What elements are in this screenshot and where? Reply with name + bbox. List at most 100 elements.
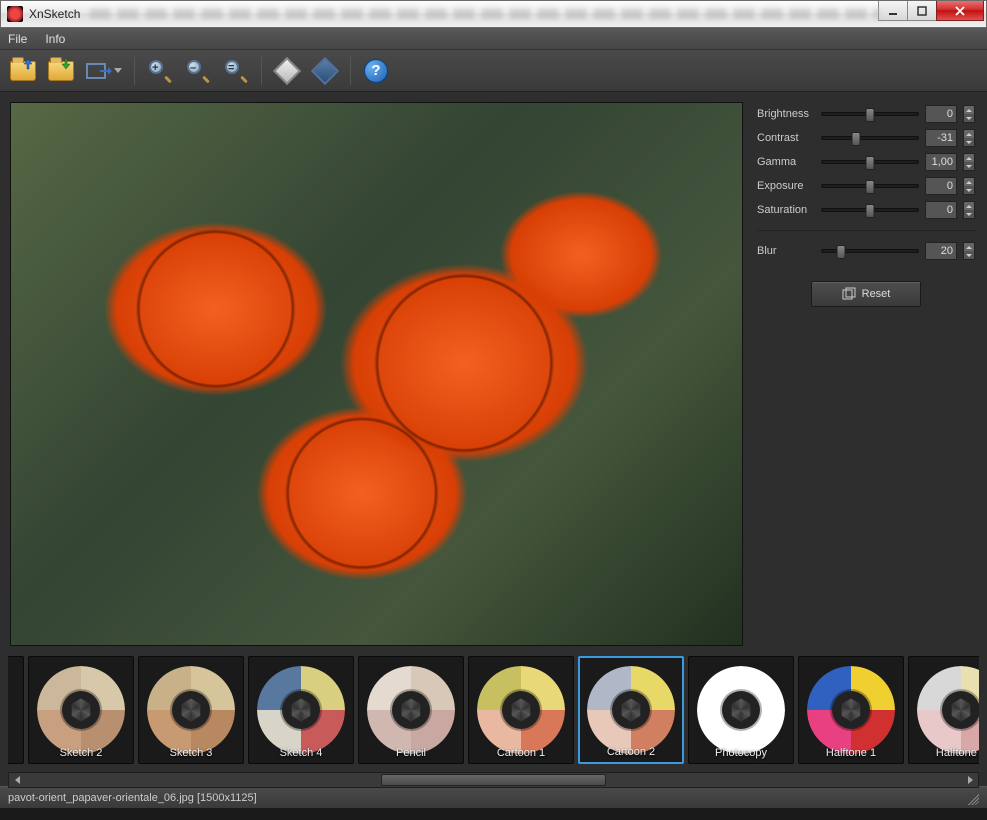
slider-track[interactable] — [821, 112, 919, 116]
spinner[interactable] — [963, 129, 975, 147]
slider-thumb[interactable] — [851, 132, 860, 146]
effect-label: Halftone 1 — [799, 747, 903, 759]
spinner-up-icon[interactable] — [964, 130, 974, 138]
spinner-up-icon[interactable] — [964, 178, 974, 186]
spinner-down-icon[interactable] — [964, 114, 974, 122]
spinner-down-icon[interactable] — [964, 186, 974, 194]
help-icon: ? — [364, 59, 388, 83]
spinner[interactable] — [963, 153, 975, 171]
slider-track[interactable] — [821, 208, 919, 212]
slider-value[interactable]: -31 — [925, 129, 957, 147]
menu-info[interactable]: Info — [45, 32, 65, 46]
menubar: File Info — [0, 28, 987, 50]
toolbar-separator — [261, 57, 262, 85]
spinner-down-icon[interactable] — [964, 162, 974, 170]
spinner-up-icon[interactable] — [964, 202, 974, 210]
window-controls — [879, 1, 984, 21]
slider-track[interactable] — [821, 184, 919, 188]
slider-thumb[interactable] — [866, 204, 875, 218]
slider-row-blur: Blur 20 — [757, 239, 975, 263]
dropdown-caret-icon — [114, 68, 122, 74]
previous-button[interactable] — [270, 55, 304, 87]
canvas-image — [11, 103, 742, 645]
spinner-down-icon[interactable] — [964, 210, 974, 218]
slider-thumb[interactable] — [866, 108, 875, 122]
effects-scrollbar[interactable] — [8, 772, 979, 788]
effect-tile-sketch-4[interactable]: Sketch 4 — [248, 656, 354, 764]
effect-label: Pencil — [359, 747, 463, 759]
spinner[interactable] — [963, 242, 975, 260]
effect-tile-pencil[interactable]: Pencil — [358, 656, 464, 764]
slider-label: Brightness — [757, 108, 815, 120]
spinner[interactable] — [963, 177, 975, 195]
export-button[interactable] — [82, 55, 126, 87]
scrollbar-track[interactable] — [25, 773, 962, 787]
slider-thumb[interactable] — [866, 156, 875, 170]
main-area: Brightness0Contrast-31Gamma1,00Exposure0… — [0, 92, 987, 650]
effect-label: Sketch 3 — [139, 747, 243, 759]
effect-tile-sketch-2[interactable]: Sketch 2 — [28, 656, 134, 764]
slider-track[interactable] — [821, 160, 919, 164]
toolbar-separator — [350, 57, 351, 85]
effect-tile-cartoon-1[interactable]: Cartoon 1 — [468, 656, 574, 764]
reset-button[interactable]: Reset — [811, 281, 921, 307]
effect-tile-partial[interactable] — [8, 656, 24, 764]
slider-thumb[interactable] — [837, 245, 846, 259]
effects-strip: Sketch 2 Sketch 3 Sketch 4 Pencil Cartoon 1C… — [0, 650, 987, 786]
zoom-fit-icon: = — [225, 60, 247, 82]
zoom-fit-button[interactable]: = — [219, 55, 253, 87]
spinner-down-icon[interactable] — [964, 251, 974, 259]
open-button[interactable] — [6, 55, 40, 87]
spinner[interactable] — [963, 201, 975, 219]
maximize-button[interactable] — [907, 1, 937, 21]
zoom-out-button[interactable]: – — [181, 55, 215, 87]
save-button[interactable] — [44, 55, 78, 87]
effect-tile-halftone-1[interactable]: Halftone 1 — [798, 656, 904, 764]
effect-tile-halftone-2[interactable]: Halftone 2 — [908, 656, 979, 764]
slider-value[interactable]: 20 — [925, 242, 957, 260]
panel-separator — [757, 230, 975, 231]
canvas-column — [0, 92, 749, 650]
close-button[interactable] — [936, 1, 984, 21]
spinner-up-icon[interactable] — [964, 106, 974, 114]
image-canvas[interactable] — [10, 102, 743, 646]
effect-label: Sketch 2 — [29, 747, 133, 759]
reset-label: Reset — [862, 288, 891, 300]
diamond-outline-icon — [273, 56, 301, 84]
slider-label: Blur — [757, 245, 815, 257]
spinner[interactable] — [963, 105, 975, 123]
statusbar: pavot-orient_papaver-orientale_06.jpg [1… — [0, 786, 987, 808]
slider-row-brightness: Brightness 0 — [757, 102, 975, 126]
effect-tile-cartoon-2[interactable]: Cartoon 2 — [578, 656, 684, 764]
next-button[interactable] — [308, 55, 342, 87]
scroll-left-button[interactable] — [9, 773, 25, 787]
slider-value[interactable]: 0 — [925, 105, 957, 123]
zoom-in-button[interactable]: + — [143, 55, 177, 87]
spinner-down-icon[interactable] — [964, 138, 974, 146]
slider-value[interactable]: 0 — [925, 177, 957, 195]
resize-grip-icon[interactable] — [965, 791, 979, 805]
zoom-in-icon: + — [149, 60, 171, 82]
effect-tile-sketch-3[interactable]: Sketch 3 — [138, 656, 244, 764]
window-titlebar: XnSketch — [0, 0, 987, 28]
slider-thumb[interactable] — [866, 180, 875, 194]
toolbar-separator — [134, 57, 135, 85]
spinner-up-icon[interactable] — [964, 243, 974, 251]
slider-row-contrast: Contrast-31 — [757, 126, 975, 150]
menu-file[interactable]: File — [8, 32, 27, 46]
effect-label: Sketch 4 — [249, 747, 353, 759]
slider-track[interactable] — [821, 136, 919, 140]
slider-track[interactable] — [821, 249, 919, 253]
slider-value[interactable]: 1,00 — [925, 153, 957, 171]
effect-tile-photocopy[interactable]: Photocopy — [688, 656, 794, 764]
app-icon — [7, 6, 23, 22]
slider-label: Exposure — [757, 180, 815, 192]
reset-icon — [842, 287, 856, 301]
folder-save-icon — [48, 61, 74, 81]
help-button[interactable]: ? — [359, 55, 393, 87]
spinner-up-icon[interactable] — [964, 154, 974, 162]
slider-value[interactable]: 0 — [925, 201, 957, 219]
scrollbar-thumb[interactable] — [381, 774, 606, 786]
scroll-right-button[interactable] — [962, 773, 978, 787]
minimize-button[interactable] — [878, 1, 908, 21]
